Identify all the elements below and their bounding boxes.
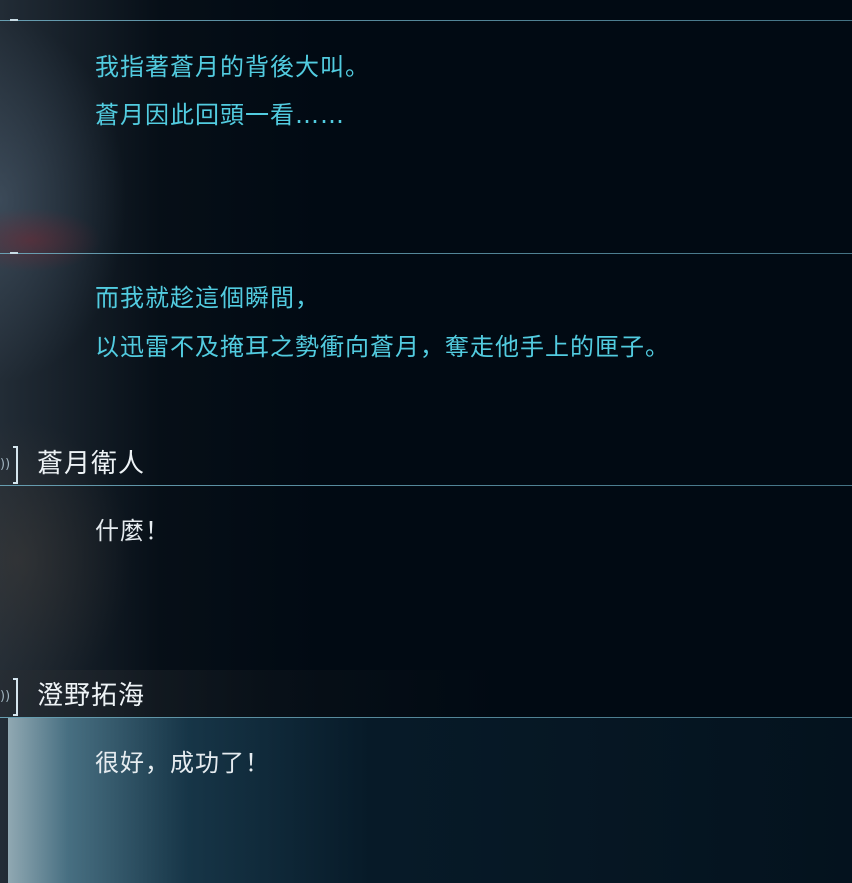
speaker-name: 澄野拓海 [37, 681, 146, 711]
narration-line: 蒼月因此回頭一看…… [95, 101, 345, 129]
speaker-name: 蒼月衛人 [37, 449, 146, 479]
narration-line: 而我就趁這個瞬間， [95, 284, 320, 312]
dialogue-line: 什麼！ [95, 517, 170, 545]
divider-tick [10, 19, 18, 21]
voice-bracket [13, 446, 18, 484]
entry-divider [0, 485, 852, 486]
dialogue-line: 很好，成功了！ [95, 749, 270, 777]
narration-line: 以迅雷不及掩耳之勢衝向蒼月，奪走他手上的匣子。 [95, 333, 670, 361]
divider-tick [10, 252, 18, 254]
entry-divider [0, 20, 852, 21]
entry-divider [0, 717, 852, 718]
voice-replay-icon: )) [0, 457, 11, 472]
voice-replay-button[interactable]: )) [0, 678, 18, 718]
voice-bracket [13, 678, 18, 716]
narration-line: 我指著蒼月的背後大叫。 [95, 53, 370, 81]
voice-replay-button[interactable]: )) [0, 446, 18, 486]
entry-divider [0, 253, 852, 254]
voice-replay-icon: )) [0, 689, 11, 704]
selected-entry-highlight [8, 718, 852, 883]
background-scene-accent [0, 0, 120, 300]
